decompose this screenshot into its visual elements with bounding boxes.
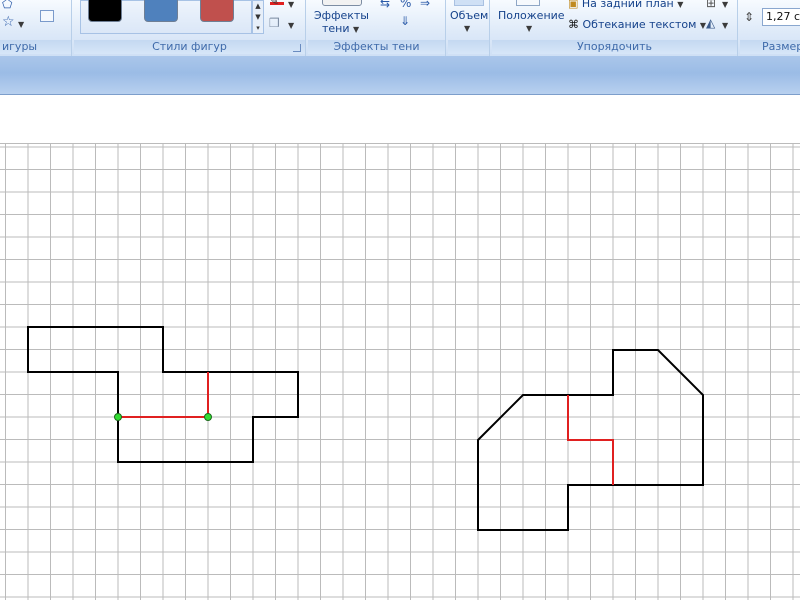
nudge-shadow-right-icon[interactable]: ⇒	[420, 0, 430, 10]
shape-effects-icon[interactable]: ❒	[269, 16, 280, 30]
dialog-launcher-icon[interactable]	[293, 44, 301, 52]
position-icon	[516, 0, 540, 6]
chevron-down-icon[interactable]: ▼	[288, 0, 294, 9]
chevron-down-icon[interactable]: ▼	[722, 0, 728, 9]
position-button[interactable]: Положение	[498, 9, 565, 22]
chevron-down-icon[interactable]: ▼	[526, 24, 532, 33]
align-icon[interactable]: ⊞	[706, 0, 716, 10]
group-shadow-effects: Эффекты тени ▼ ⇆ % ⇒ ⇓ Эффекты тени	[308, 0, 446, 56]
style-swatch-red[interactable]	[200, 0, 234, 22]
group-label-arrange: Упорядочить	[492, 40, 737, 54]
left-cut-handle-start[interactable]	[114, 413, 122, 421]
height-icon: ⇕	[744, 10, 755, 24]
text-wrapping-label: Обтекание текстом	[582, 18, 697, 31]
shadow-effects-icon	[322, 0, 362, 6]
group-label-shadow-effects: Эффекты тени	[308, 40, 445, 54]
group-label-3d	[448, 40, 489, 54]
nudge-shadow-down-icon[interactable]: ⇓	[400, 14, 410, 28]
chevron-down-icon: ▼	[353, 25, 360, 34]
chevron-down-icon[interactable]: ▼	[722, 21, 728, 30]
style-swatch-blue[interactable]	[144, 0, 178, 22]
chevron-down-icon[interactable]: ▼	[18, 20, 24, 29]
shadow-toggle-icon[interactable]: %	[400, 0, 411, 10]
group-label-shape-styles: Стили фигур	[74, 40, 305, 54]
3d-effects-icon	[454, 0, 484, 6]
shape-outline-icon[interactable]: ⬠	[2, 0, 12, 11]
star-shape-icon[interactable]: ☆	[2, 14, 15, 30]
drawing-grid	[0, 143, 800, 600]
left-cut-handle-end[interactable]	[204, 413, 212, 421]
text-wrapping-icon: ⌘	[568, 18, 579, 31]
shadow-effects-line1: Эффекты	[314, 9, 369, 22]
text-wrapping-button[interactable]: ⌘ Обтекание текстом ▼	[568, 18, 706, 31]
group-shapes: ⬠ ☆ ▼ игуры	[0, 0, 72, 56]
group-3d-effects: Объем ▼	[448, 0, 490, 56]
group-label-size: Размер	[740, 40, 800, 54]
send-to-back-button[interactable]: ▣ На задний план ▼	[568, 0, 683, 10]
chevron-down-icon[interactable]: ▼	[288, 21, 294, 30]
pen-icon[interactable]: ✎	[269, 0, 279, 8]
ribbon: ⬠ ☆ ▼ игуры ▲ ▼ ▾ ✎ ▼ ❒ ▼ Стили фигур Эффе…	[0, 0, 800, 57]
chevron-down-icon[interactable]: ▼	[464, 24, 470, 33]
send-to-back-icon: ▣	[568, 0, 579, 10]
ribbon-bottom-band	[0, 56, 800, 95]
chevron-down-icon: ▼	[677, 0, 684, 9]
rotate-icon[interactable]: ◭	[706, 16, 715, 30]
gallery-scroll[interactable]: ▲ ▼ ▾	[252, 0, 264, 34]
nudge-shadow-left-icon[interactable]: ⇆	[380, 0, 390, 10]
shadow-effects-button[interactable]: Эффекты тени ▼	[314, 9, 369, 35]
group-label-shapes: игуры	[0, 40, 71, 54]
group-shape-styles: ▲ ▼ ▾ ✎ ▼ ❒ ▼ Стили фигур	[74, 0, 306, 56]
shadow-effects-line2: тени ▼	[314, 22, 369, 35]
height-value: 1,27 с	[766, 10, 800, 23]
position-label: Положение	[498, 9, 565, 22]
style-swatch-black[interactable]	[88, 0, 122, 22]
shadow-effects-line2-text: тени	[322, 22, 350, 35]
3d-effects-button[interactable]: Объем	[450, 9, 488, 22]
height-field[interactable]: 1,27 с	[762, 8, 800, 26]
group-arrange: Положение ▼ ▣ На задний план ▼ ⌘ Обтекан…	[492, 0, 738, 56]
text-box-icon[interactable]	[40, 10, 54, 22]
send-to-back-label: На задний план	[581, 0, 674, 10]
3d-effects-label: Объем	[450, 9, 489, 22]
group-size: ⇕ 1,27 с Размер	[740, 0, 800, 56]
